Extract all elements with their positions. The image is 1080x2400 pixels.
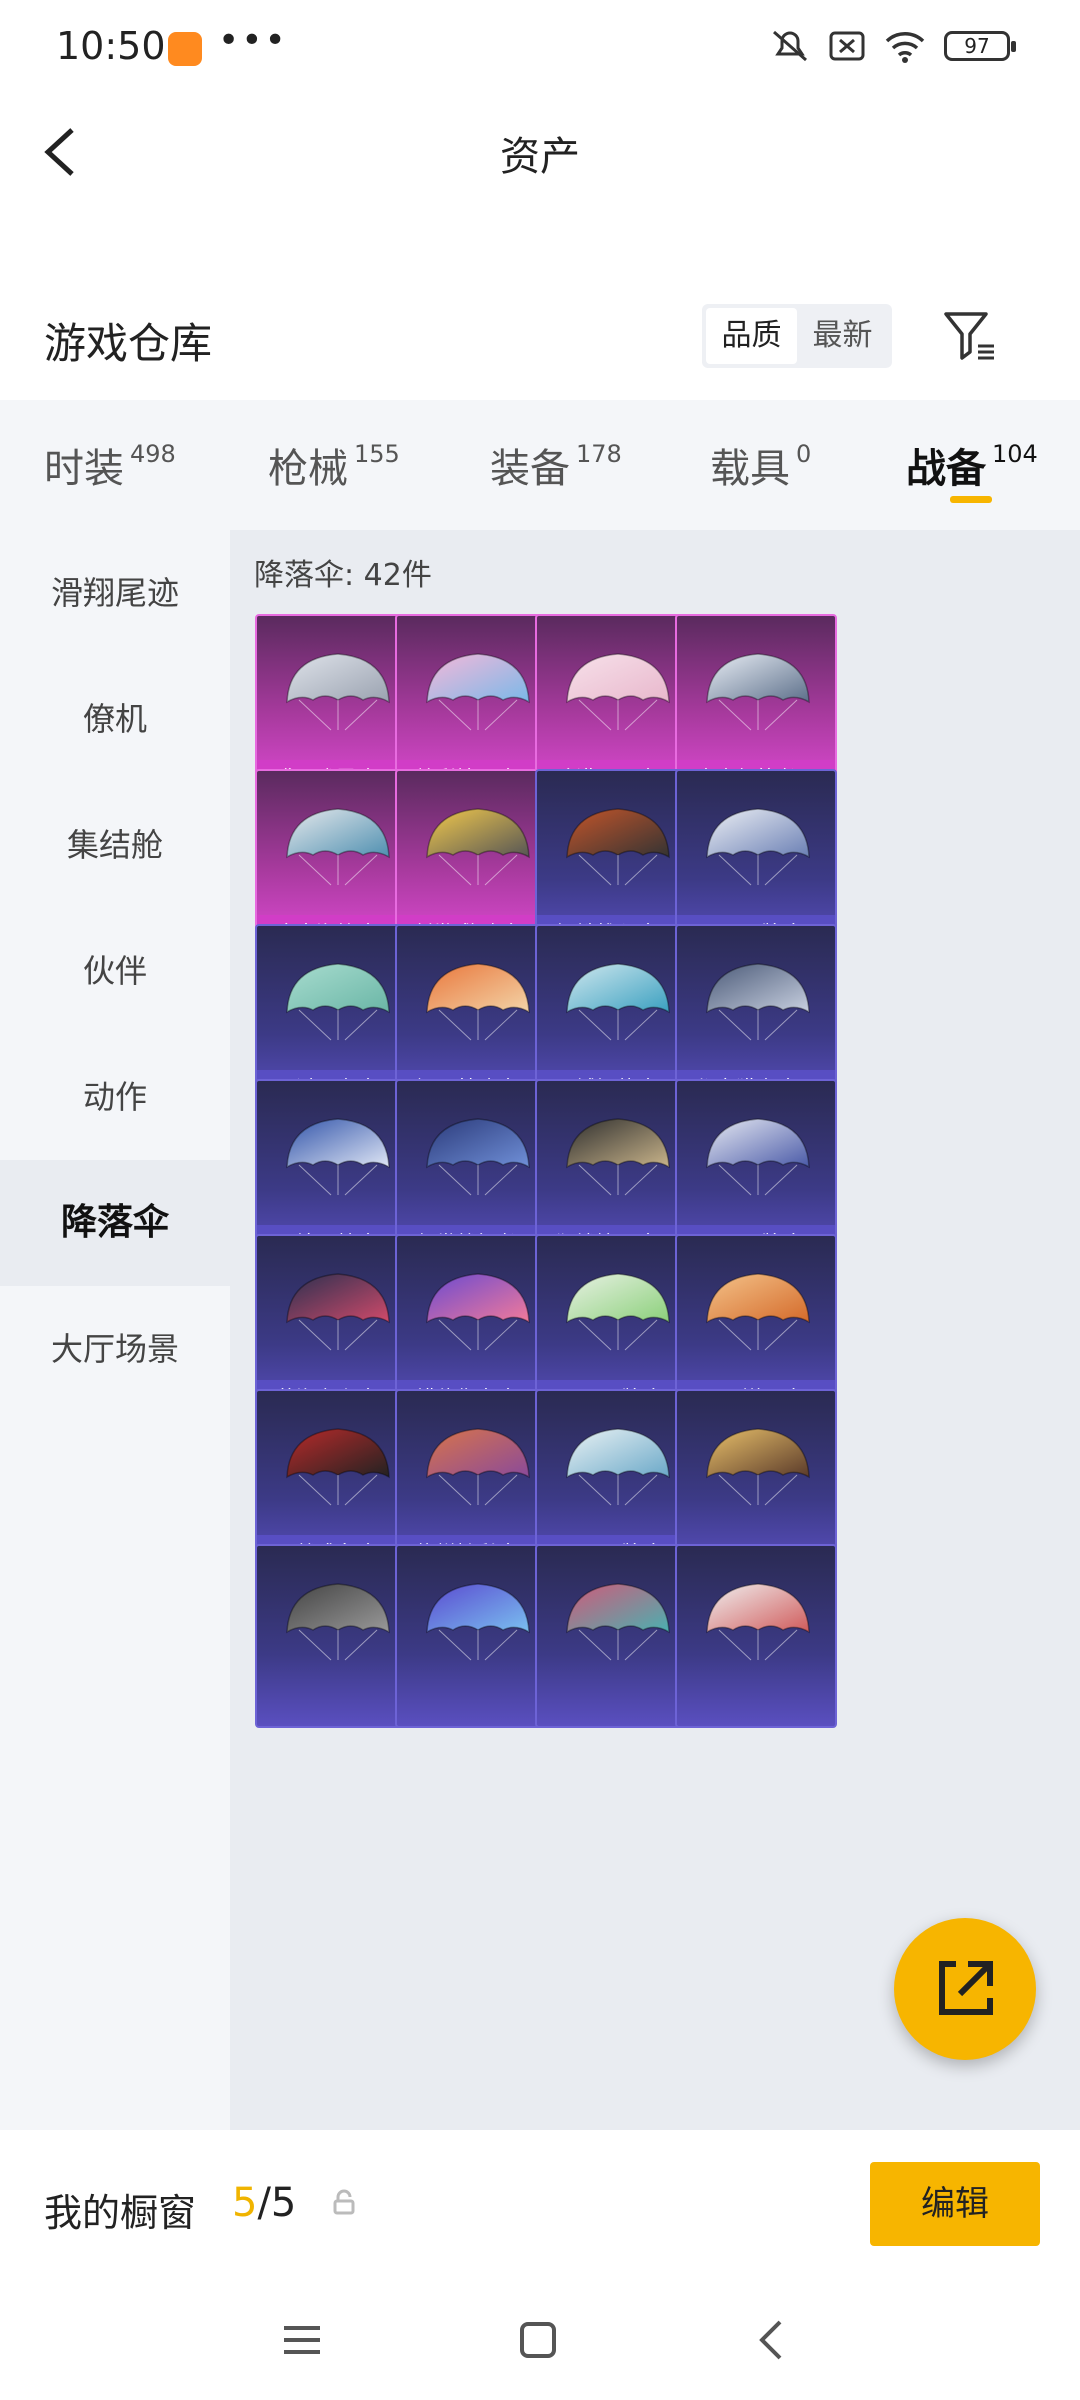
status-bar: 10:50 ••• 97 — [0, 0, 1080, 96]
parachute-image — [426, 1273, 530, 1351]
item-count-label: 降落伞: 42件 — [254, 558, 432, 593]
parachute-image — [706, 1118, 810, 1196]
battery-indicator: 97 — [944, 31, 1016, 61]
wifi-icon — [885, 32, 925, 63]
parachute-image — [426, 1583, 530, 1661]
parachute-image — [706, 1583, 810, 1661]
nav-back-icon[interactable] — [742, 2310, 802, 2370]
sidebar-item-parachute[interactable]: 降落伞 — [0, 1160, 230, 1286]
parachute-card[interactable] — [675, 1544, 837, 1728]
mute-icon — [773, 30, 807, 62]
showcase-bar: 我的橱窗 5/5 编辑 — [0, 2130, 1080, 2280]
parachute-image — [426, 653, 530, 731]
parachute-image — [706, 963, 810, 1041]
tab-equipment[interactable]: 装备 178 — [490, 436, 622, 494]
parachute-image — [706, 1428, 810, 1506]
showcase-count: 5/5 — [232, 2180, 297, 2226]
status-time: 10:50 — [56, 24, 166, 68]
parachute-image — [566, 1583, 670, 1661]
filter-icon[interactable] — [940, 306, 1000, 366]
category-tabs: 时装 498 枪械 155 装备 178 载具 0 战备 104 — [0, 400, 1080, 530]
tab-weapons[interactable]: 枪械 155 — [268, 436, 400, 494]
subcategory-sidebar: 滑翔尾迹 僚机 集结舱 伙伴 动作 降落伞 大厅场景 — [0, 530, 230, 2130]
sidebar-item-partner[interactable]: 伙伴 — [0, 908, 230, 1034]
parachute-image — [286, 1118, 390, 1196]
sidebar-item-lobby-scene[interactable]: 大厅场景 — [0, 1286, 230, 1412]
parachute-image — [286, 653, 390, 731]
tab-battle-gear[interactable]: 战备 104 — [906, 436, 1038, 494]
tab-fashion[interactable]: 时装 498 — [44, 436, 176, 494]
parachute-image — [426, 1118, 530, 1196]
sort-toggle: 品质 最新 — [702, 304, 892, 368]
parachute-card[interactable] — [535, 1544, 697, 1728]
lock-icon — [333, 2189, 355, 2215]
share-button[interactable] — [894, 1918, 1036, 2060]
parachute-image — [286, 1273, 390, 1351]
no-sim-icon — [829, 31, 865, 61]
tab-vehicles[interactable]: 载具 0 — [710, 436, 811, 494]
parachute-grid: 降落伞: 42件 鸢尾珑霧降…炫彩糖果降…冷漠罗丽降…未来领航者…金丰海韵降…创… — [230, 530, 1080, 2130]
showcase-label: 我的橱窗 — [44, 2191, 197, 2235]
notification-app-icon — [168, 32, 202, 66]
parachute-image — [566, 1273, 670, 1351]
parachute-image — [706, 1273, 810, 1351]
parachute-image — [286, 1428, 390, 1506]
active-tab-indicator — [950, 496, 992, 503]
parachute-card[interactable] — [395, 1544, 557, 1728]
share-out-icon — [939, 1961, 993, 2015]
parachute-image — [566, 1118, 670, 1196]
parachute-image — [706, 808, 810, 886]
parachute-image — [566, 1428, 670, 1506]
more-notifications-icon: ••• — [218, 20, 288, 61]
parachute-image — [566, 653, 670, 731]
edit-button[interactable]: 编辑 — [870, 2162, 1040, 2246]
parachute-image — [426, 1428, 530, 1506]
page-title: 资产 — [500, 134, 580, 180]
parachute-image — [566, 963, 670, 1041]
parachute-image — [706, 653, 810, 731]
parachute-image — [286, 963, 390, 1041]
sort-by-newest[interactable]: 最新 — [797, 308, 888, 364]
parachute-card[interactable] — [255, 1544, 417, 1728]
sidebar-item-glide-trail[interactable]: 滑翔尾迹 — [0, 530, 230, 656]
parachute-image — [566, 808, 670, 886]
sidebar-item-emote[interactable]: 动作 — [0, 1034, 230, 1160]
parachute-image — [286, 1583, 390, 1661]
parachute-image — [426, 963, 530, 1041]
parachute-image — [426, 808, 530, 886]
sidebar-item-assembly-pod[interactable]: 集结舱 — [0, 782, 230, 908]
home-icon[interactable] — [508, 2310, 568, 2370]
menu-icon[interactable] — [272, 2310, 332, 2370]
sort-by-quality[interactable]: 品质 — [706, 308, 797, 364]
system-nav-bar — [0, 2280, 1080, 2400]
warehouse-title: 游戏仓库 — [44, 319, 213, 368]
sidebar-item-wingman[interactable]: 僚机 — [0, 656, 230, 782]
parachute-image — [286, 808, 390, 886]
